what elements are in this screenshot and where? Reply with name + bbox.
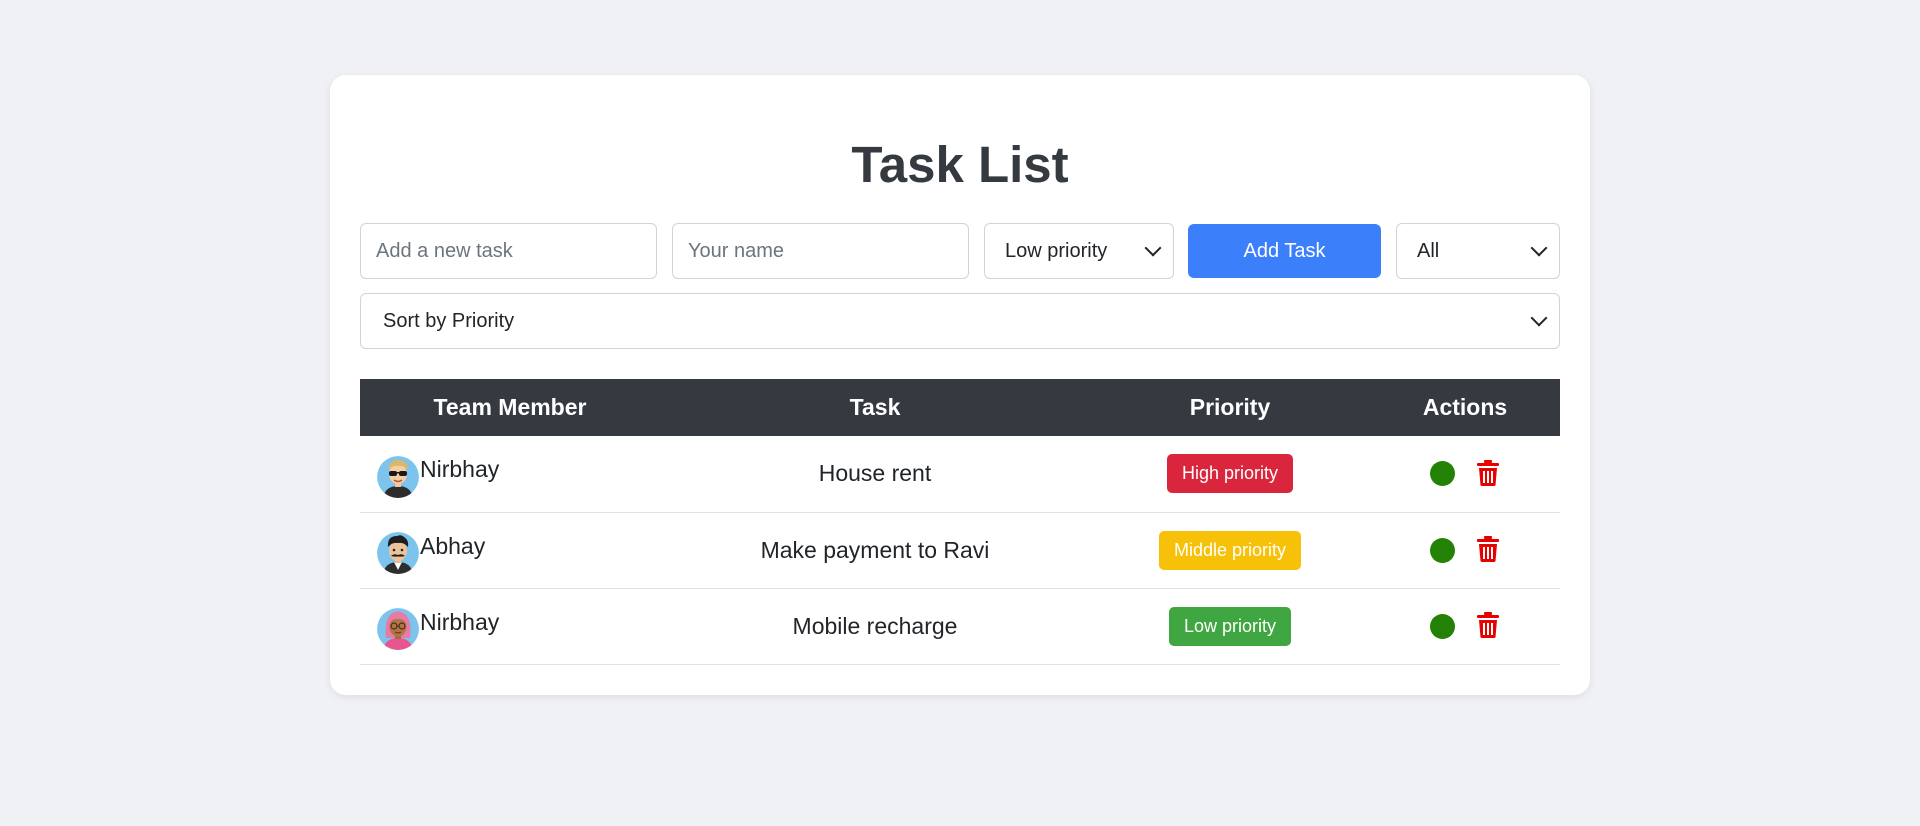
filter-select-value: All [1417,239,1440,262]
chevron-down-icon [1144,239,1162,257]
chevron-down-icon [1530,309,1548,327]
filter-select[interactable]: All [1396,223,1560,279]
chevron-down-icon [1530,239,1548,257]
header-task: Task [849,394,901,420]
table-row: Abhay Make payment to Ravi Middle priori… [360,512,1560,588]
sort-select[interactable]: Sort by Priority [360,293,1560,349]
member-name: Nirbhay [420,608,500,635]
header-team-member: Team Member [433,394,587,420]
actions-cell [1370,436,1560,512]
table-row: Nirbhay House rent High priority [360,436,1560,512]
actions-cell [1370,512,1560,588]
complete-button[interactable] [1430,613,1455,639]
avatar-sunglasses-icon [377,455,419,498]
priority-badge: High priority [1166,454,1294,494]
add-task-button[interactable]: Add Task [1188,224,1381,278]
task-input[interactable] [360,223,657,279]
member-name: Abhay [420,532,486,559]
priority-cell: Middle priority [1090,512,1370,588]
avatar-pink-hair-icon [377,608,419,650]
table-row: Nirbhay Mobile recharge Low priority [360,588,1560,664]
task-form: Low priority Add Task All [360,223,1560,279]
task-cell: Mobile recharge [792,612,958,639]
member-cell: Nirbhay [360,436,660,512]
priority-select-value: Low priority [1005,239,1108,262]
trash-icon[interactable] [1475,612,1500,640]
header-priority: Priority [1189,394,1271,420]
complete-button[interactable] [1430,461,1455,487]
task-cell: Make payment to Ravi [760,536,990,563]
avatar-mustache-icon [377,532,419,574]
priority-badge: Low priority [1168,606,1292,646]
complete-button[interactable] [1430,537,1455,563]
table-header-row: Team Member Task Priority Actions [360,379,1560,436]
member-cell: Nirbhay [360,588,660,664]
trash-icon[interactable] [1475,536,1500,564]
sort-select-value: Sort by Priority [383,309,515,332]
task-table: Team Member Task Priority Actions Nirbha… [360,379,1560,665]
task-cell: House rent [818,460,932,487]
trash-icon[interactable] [1475,459,1500,488]
member-cell: Abhay [360,512,660,588]
member-name: Nirbhay [420,456,500,483]
priority-cell: High priority [1090,436,1370,512]
actions-cell [1370,588,1560,664]
header-actions: Actions [1422,394,1508,420]
card-content: Low priority Add Task All Sort by Priori… [330,75,1590,695]
priority-badge: Middle priority [1158,530,1302,570]
priority-select[interactable]: Low priority [984,223,1174,279]
priority-cell: Low priority [1090,588,1370,664]
name-input[interactable] [672,223,969,279]
